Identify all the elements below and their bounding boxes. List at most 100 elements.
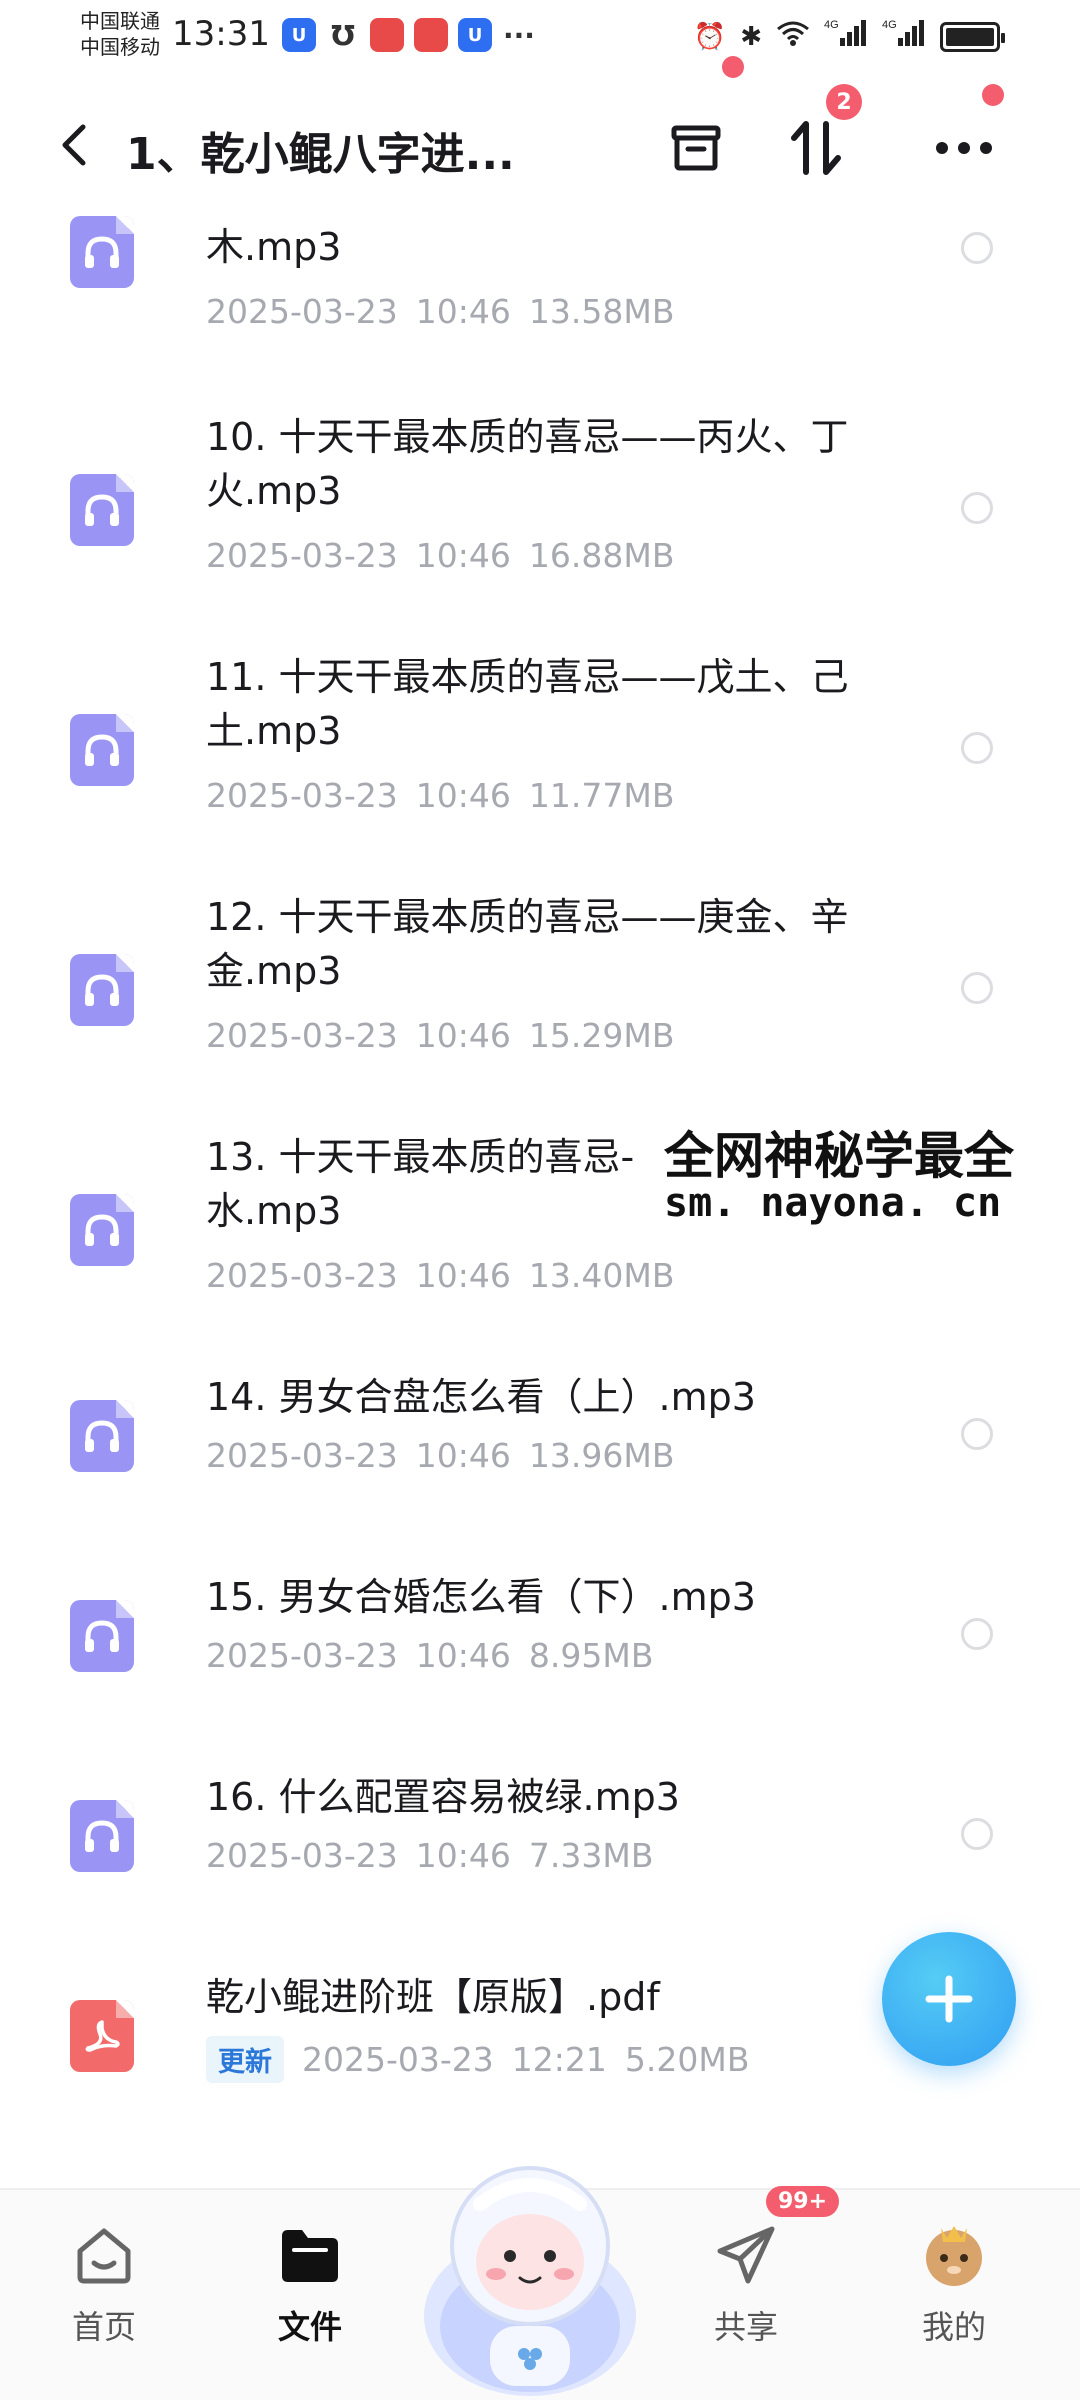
app-notification-icon: Ʊ	[331, 18, 355, 52]
audio-file-icon	[70, 216, 134, 288]
archive-button[interactable]	[660, 112, 732, 184]
file-date: 2025-03-23	[206, 776, 398, 815]
audio-file-icon	[70, 954, 134, 1026]
carrier-labels: 中国联通 中国移动	[80, 8, 160, 60]
folder-icon	[275, 2220, 345, 2290]
transfer-button[interactable]	[780, 112, 852, 184]
tab-share[interactable]: 共享	[676, 2220, 816, 2348]
more-red-dot	[982, 84, 1004, 106]
file-date: 2025-03-23	[302, 2040, 494, 2079]
tab-files-label: 文件	[277, 2308, 342, 2346]
file-date: 2025-03-23	[206, 1836, 398, 1875]
file-meta: 2025-03-23 10:46 13.96MB	[206, 1436, 674, 1475]
file-size: 7.33MB	[528, 1836, 654, 1875]
headphones-icon	[85, 974, 119, 1006]
headphones-icon	[85, 494, 119, 526]
file-meta: 2025-03-23 10:46 13.58MB	[206, 292, 674, 331]
tab-home[interactable]: 首页	[34, 2220, 174, 2348]
archive-red-dot	[722, 56, 744, 78]
headphones-icon	[85, 1820, 119, 1852]
select-radio[interactable]	[961, 1418, 993, 1450]
file-name: 10. 十天干最本质的喜忌——丙火、丁火.mp3	[206, 415, 849, 513]
select-radio[interactable]	[961, 1618, 993, 1650]
select-radio[interactable]	[961, 232, 993, 264]
file-time: 10:46	[415, 776, 511, 815]
tab-files[interactable]: 文件	[240, 2220, 380, 2348]
signal-icon: 4G	[824, 18, 868, 55]
file-size: 13.40MB	[528, 1256, 675, 1295]
file-date: 2025-03-23	[206, 536, 398, 575]
file-size: 13.96MB	[528, 1436, 675, 1475]
select-radio[interactable]	[961, 492, 993, 524]
file-meta: 更新 2025-03-23 12:21 5.20MB	[206, 2036, 749, 2083]
bluetooth-icon: ✱	[740, 21, 762, 52]
file-date: 2025-03-23	[206, 1016, 398, 1055]
select-radio[interactable]	[961, 972, 993, 1004]
file-meta: 2025-03-23 10:46 7.33MB	[206, 1836, 653, 1875]
pdf-file-icon	[70, 2000, 134, 2072]
avatar	[919, 2220, 989, 2290]
headphones-icon	[85, 1420, 119, 1452]
audio-file-icon	[70, 1600, 134, 1672]
file-time: 10:46	[415, 1016, 511, 1055]
more-button[interactable]	[928, 112, 1000, 184]
file-date: 2025-03-23	[206, 292, 398, 331]
app-notification-icon: U	[282, 18, 316, 52]
tab-home-label: 首页	[71, 2308, 136, 2346]
select-radio[interactable]	[961, 1818, 993, 1850]
file-size: 15.29MB	[528, 1016, 675, 1055]
file-time: 10:46	[415, 1436, 511, 1475]
pdf-acrobat-icon	[85, 2020, 120, 2052]
file-name: 木.mp3	[206, 225, 342, 269]
file-size: 16.88MB	[528, 536, 675, 575]
signal-icon: 4G	[882, 18, 926, 55]
chevron-left-icon	[62, 124, 86, 166]
file-time: 10:46	[415, 1636, 511, 1675]
notification-icons: U Ʊ U ···	[282, 18, 536, 52]
carrier-2: 中国移动	[80, 35, 160, 59]
archive-icon	[671, 125, 721, 171]
back-button[interactable]	[44, 110, 104, 180]
select-radio[interactable]	[961, 732, 993, 764]
audio-file-icon	[70, 1800, 134, 1872]
headphones-icon	[85, 236, 119, 268]
file-meta: 2025-03-23 10:46 8.95MB	[206, 1636, 653, 1675]
share-count-badge: 99+	[766, 2186, 840, 2217]
file-time: 12:21	[511, 2040, 607, 2079]
file-meta: 2025-03-23 10:46 13.40MB	[206, 1256, 674, 1295]
update-badge: 更新	[206, 2036, 284, 2083]
file-name: 12. 十天干最本质的喜忌——庚金、辛金.mp3	[206, 895, 849, 993]
headphones-icon	[85, 1620, 119, 1652]
file-time: 10:46	[415, 1256, 511, 1295]
file-time: 10:46	[415, 292, 511, 331]
tab-me-label: 我的	[921, 2308, 986, 2346]
app-notification-icon: U	[458, 18, 492, 52]
file-date: 2025-03-23	[206, 1636, 398, 1675]
network-type-2: 4G	[882, 19, 897, 31]
paper-plane-icon	[711, 2220, 781, 2290]
file-date: 2025-03-23	[206, 1436, 398, 1475]
file-meta: 2025-03-23 10:46 11.77MB	[206, 776, 674, 815]
alarm-icon: ⏰	[693, 21, 727, 52]
top-bar: 1、乾小鲲八字进...	[0, 56, 1080, 200]
app-notification-icon	[414, 18, 448, 52]
add-button[interactable]	[882, 1932, 1016, 2066]
file-size: 8.95MB	[528, 1636, 654, 1675]
home-icon	[69, 2220, 139, 2290]
status-time: 13:31	[172, 14, 270, 54]
audio-file-icon	[70, 1194, 134, 1266]
file-size: 5.20MB	[624, 2040, 750, 2079]
status-bar: 中国联通 中国移动 13:31 U Ʊ U ··· ⏰ ✱ 4G 4G	[0, 0, 1080, 72]
wifi-icon	[776, 19, 810, 54]
file-name: 11. 十天干最本质的喜忌——戊土、己土.mp3	[206, 655, 849, 753]
file-meta: 2025-03-23 10:46 15.29MB	[206, 1016, 674, 1055]
file-size: 13.58MB	[528, 292, 675, 331]
plus-icon	[925, 1975, 973, 2023]
headphones-icon	[85, 734, 119, 766]
network-type-1: 4G	[824, 19, 839, 31]
carrier-1: 中国联通	[80, 9, 160, 33]
mascot-assistant-button[interactable]	[420, 2126, 640, 2400]
file-name: 15. 男女合婚怎么看（下）.mp3	[206, 1575, 756, 1619]
tab-me[interactable]: 我的	[884, 2220, 1024, 2348]
file-name: 14. 男女合盘怎么看（上）.mp3	[206, 1375, 756, 1419]
